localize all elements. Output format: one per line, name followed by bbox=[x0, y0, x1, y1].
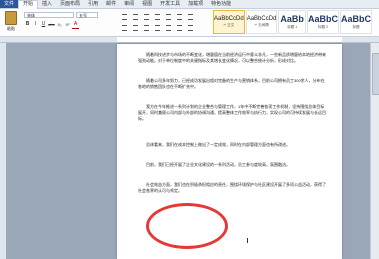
multilevel-list-icon[interactable] bbox=[142, 12, 152, 21]
paragraph-2[interactable]: 随着公司多年努力，已经成功发展出相对完备的生产与营销体系，目前公司拥有员工300… bbox=[138, 78, 326, 90]
styles-gallery: AaBbCcDd ↵ 正文 AaBbCcDd ↵ 无间隔 AaBb 标题 1 A… bbox=[213, 10, 373, 34]
style-name: ↵ 正文 bbox=[223, 23, 235, 27]
ruler-text-area bbox=[117, 37, 342, 42]
show-marks-icon[interactable] bbox=[186, 12, 196, 21]
paragraph-6[interactable]: 社会效益方面，我们也在积极承担相应的责任，围绕环境保护与社区建设开展了多项公益活… bbox=[138, 182, 326, 194]
tab-insert[interactable]: 插入 bbox=[38, 0, 56, 8]
style-sample: AaBb bbox=[280, 14, 304, 24]
style-heading-2[interactable]: AaBbC 标题 2 bbox=[307, 10, 339, 34]
clipboard-icon bbox=[5, 11, 17, 25]
paragraph-1[interactable]: 随着科技进步与市场的不断变化，增量值在当前经济运行中意义非凡，一些新品质增量给本… bbox=[138, 52, 326, 64]
ribbon: 粘贴 宋体 五号 B I U abc X₂ X² A AaBbCcDd ↵ 正文… bbox=[0, 9, 379, 37]
style-heading-1[interactable]: AaBb 标题 1 bbox=[278, 10, 306, 34]
underline-button[interactable]: U bbox=[40, 21, 47, 28]
numbering-icon[interactable] bbox=[131, 12, 141, 21]
align-center-icon[interactable] bbox=[131, 23, 141, 32]
font-group: 宋体 五号 B I U abc X₂ X² A bbox=[24, 12, 116, 32]
font-color-button[interactable]: A bbox=[72, 21, 79, 29]
tab-page-layout[interactable]: 页面布局 bbox=[56, 0, 84, 8]
style-name: 标题 bbox=[352, 25, 360, 29]
paragraph-5[interactable]: 目前，我们已经开展了企业文化建设的一系列活动，员工参与度较高，氛围融洽。 bbox=[138, 162, 326, 168]
vertical-scrollbar[interactable] bbox=[370, 43, 379, 259]
tab-mailings[interactable]: 邮件 bbox=[102, 0, 120, 8]
style-sample: AaBbC bbox=[341, 14, 372, 24]
tab-developer[interactable]: 开发工具 bbox=[156, 0, 184, 8]
bold-button[interactable]: B bbox=[24, 21, 31, 28]
style-no-spacing[interactable]: AaBbCcDd ↵ 无间隔 bbox=[245, 10, 278, 34]
scrollbar-thumb[interactable] bbox=[372, 53, 379, 95]
tab-review[interactable]: 审阅 bbox=[120, 0, 138, 8]
paragraph-4[interactable]: 总体看来，我们在成本控制上做出了一定成效，同时在内部管理方面也有所改进。 bbox=[138, 142, 326, 148]
style-name: 标题 1 bbox=[287, 25, 298, 29]
shading-icon[interactable] bbox=[175, 23, 185, 32]
format-buttons: B I U abc X₂ X² A bbox=[24, 21, 79, 29]
style-title[interactable]: AaBbC 标题 bbox=[340, 10, 372, 34]
style-sample: AaBbC bbox=[308, 14, 339, 24]
italic-button[interactable]: I bbox=[32, 21, 39, 28]
tab-home[interactable]: 开始 bbox=[18, 0, 39, 9]
paragraph-group bbox=[120, 12, 206, 32]
style-sample: AaBbCcDd bbox=[246, 16, 277, 22]
tab-view[interactable]: 视图 bbox=[138, 0, 156, 8]
text-cursor-icon bbox=[247, 238, 251, 243]
tab-references[interactable]: 引用 bbox=[84, 0, 102, 8]
paste-label: 粘贴 bbox=[7, 26, 15, 31]
increase-indent-icon[interactable] bbox=[164, 12, 174, 21]
style-normal[interactable]: AaBbCcDd ↵ 正文 bbox=[213, 10, 245, 34]
strikethrough-button[interactable]: abc bbox=[48, 21, 55, 28]
justify-icon[interactable] bbox=[153, 23, 163, 32]
paragraph-3[interactable]: 我方在今年推进一系列计划的企业整合与管理工作，1年中不断完善各项工作机制，坚持围… bbox=[138, 104, 326, 122]
style-sample: AaBbCcDd bbox=[214, 16, 244, 22]
vertical-ruler[interactable] bbox=[0, 43, 6, 259]
horizontal-ruler[interactable] bbox=[0, 37, 379, 43]
style-name: ↵ 无间隔 bbox=[254, 23, 269, 27]
annotation-circle bbox=[146, 203, 228, 249]
style-name: 标题 2 bbox=[318, 25, 328, 29]
subscript-button[interactable]: X₂ bbox=[56, 21, 63, 28]
font-size-dropdown[interactable]: 五号 bbox=[76, 12, 98, 18]
align-right-icon[interactable] bbox=[142, 23, 152, 32]
tab-special[interactable]: 特色功能 bbox=[207, 0, 235, 8]
paste-button[interactable]: 粘贴 bbox=[2, 11, 20, 33]
file-tab[interactable]: 文件 bbox=[0, 0, 19, 8]
decrease-indent-icon[interactable] bbox=[153, 12, 163, 21]
menu-bar: 文件 开始 插入 页面布局 引用 邮件 审阅 视图 开发工具 加载项 特色功能 bbox=[0, 0, 379, 9]
line-spacing-icon[interactable] bbox=[164, 23, 174, 32]
sort-icon[interactable] bbox=[175, 12, 185, 21]
superscript-button[interactable]: X² bbox=[64, 21, 71, 28]
borders-icon[interactable] bbox=[186, 23, 196, 32]
tab-addins[interactable]: 加载项 bbox=[184, 0, 207, 8]
bullets-icon[interactable] bbox=[120, 12, 130, 21]
align-left-icon[interactable] bbox=[120, 23, 130, 32]
font-name-dropdown[interactable]: 宋体 bbox=[24, 12, 74, 18]
